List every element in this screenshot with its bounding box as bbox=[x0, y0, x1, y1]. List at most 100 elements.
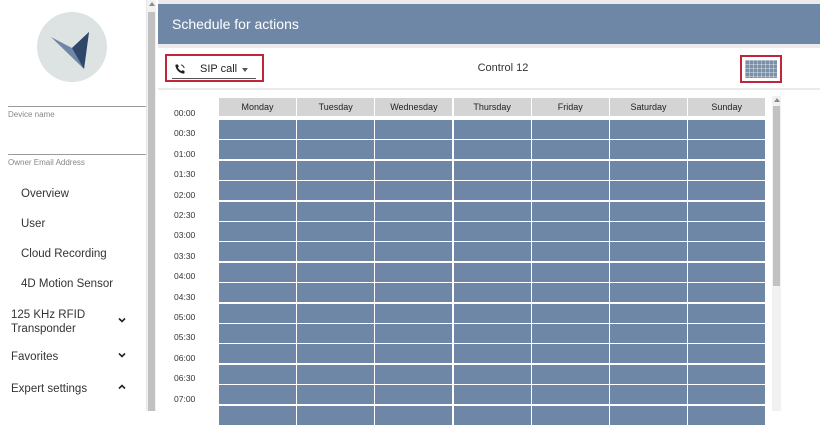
scrollbar-thumb[interactable] bbox=[773, 106, 780, 286]
schedule-slot[interactable] bbox=[219, 303, 296, 323]
device-name-field[interactable]: Device name bbox=[8, 106, 146, 119]
schedule-slot[interactable] bbox=[688, 364, 766, 384]
schedule-slot[interactable] bbox=[297, 364, 375, 384]
schedule-slot[interactable] bbox=[453, 303, 531, 323]
schedule-slot[interactable] bbox=[610, 303, 687, 323]
schedule-slot[interactable] bbox=[453, 283, 531, 303]
schedule-slot[interactable] bbox=[688, 283, 766, 303]
schedule-slot[interactable] bbox=[688, 262, 766, 282]
schedule-slot[interactable] bbox=[453, 262, 531, 282]
schedule-slot[interactable] bbox=[297, 262, 375, 282]
schedule-slot[interactable] bbox=[375, 222, 453, 241]
schedule-slot[interactable] bbox=[688, 222, 766, 241]
schedule-slot[interactable] bbox=[453, 385, 531, 405]
schedule-slot[interactable] bbox=[219, 405, 296, 425]
sidebar-item-4d-motion-sensor[interactable]: 4D Motion Sensor bbox=[0, 269, 146, 299]
schedule-slot[interactable] bbox=[297, 222, 375, 241]
schedule-slot[interactable] bbox=[610, 344, 687, 364]
schedule-slot[interactable] bbox=[688, 140, 766, 160]
schedule-slot[interactable] bbox=[375, 140, 453, 160]
scroll-up-arrow-icon[interactable] bbox=[774, 98, 780, 102]
schedule-slot[interactable] bbox=[688, 160, 766, 180]
schedule-slot[interactable] bbox=[610, 242, 687, 262]
schedule-slot[interactable] bbox=[531, 160, 609, 180]
schedule-slot[interactable] bbox=[297, 303, 375, 323]
schedule-slot[interactable] bbox=[688, 324, 766, 343]
schedule-slot[interactable] bbox=[531, 385, 609, 405]
schedule-slot[interactable] bbox=[531, 324, 609, 343]
schedule-slot[interactable] bbox=[375, 283, 453, 303]
schedule-slot[interactable] bbox=[297, 140, 375, 160]
schedule-slot[interactable] bbox=[375, 201, 453, 221]
schedule-slot[interactable] bbox=[219, 222, 296, 241]
schedule-slot[interactable] bbox=[297, 385, 375, 405]
schedule-slot[interactable] bbox=[610, 283, 687, 303]
sidebar-item-user[interactable]: User bbox=[0, 209, 146, 239]
schedule-slot[interactable] bbox=[297, 181, 375, 201]
schedule-slot[interactable] bbox=[531, 140, 609, 160]
schedule-slot[interactable] bbox=[375, 385, 453, 405]
schedule-slot[interactable] bbox=[531, 405, 609, 425]
schedule-slot[interactable] bbox=[610, 262, 687, 282]
schedule-slot[interactable] bbox=[453, 181, 531, 201]
schedule-slot[interactable] bbox=[375, 364, 453, 384]
schedule-slot[interactable] bbox=[531, 242, 609, 262]
schedule-slot[interactable] bbox=[610, 181, 687, 201]
schedule-slot[interactable] bbox=[453, 364, 531, 384]
schedule-slot[interactable] bbox=[453, 120, 531, 139]
sidebar-item-expert-settings[interactable]: Expert settings bbox=[0, 374, 146, 404]
schedule-slot[interactable] bbox=[219, 140, 296, 160]
sidebar-item-favorites[interactable]: Favorites bbox=[0, 342, 146, 372]
schedule-slot[interactable] bbox=[610, 385, 687, 405]
action-select[interactable]: SIP call bbox=[172, 60, 256, 79]
schedule-grid-button[interactable] bbox=[740, 55, 782, 83]
schedule-slot[interactable] bbox=[219, 364, 296, 384]
schedule-slot[interactable] bbox=[219, 181, 296, 201]
schedule-slot[interactable] bbox=[219, 344, 296, 364]
sidebar-item-overview[interactable]: Overview bbox=[0, 179, 146, 209]
schedule-slot[interactable] bbox=[610, 364, 687, 384]
schedule-slot[interactable] bbox=[688, 385, 766, 405]
schedule-slot[interactable] bbox=[610, 324, 687, 343]
schedule-slot[interactable] bbox=[531, 222, 609, 241]
schedule-slot[interactable] bbox=[531, 283, 609, 303]
sidebar-item-rfid-transponder[interactable]: 125 KHz RFID Transponder bbox=[0, 303, 146, 341]
schedule-scrollbar[interactable] bbox=[772, 96, 781, 411]
schedule-slot[interactable] bbox=[531, 181, 609, 201]
schedule-slot[interactable] bbox=[531, 262, 609, 282]
owner-email-field[interactable]: Owner Email Address bbox=[8, 154, 146, 167]
schedule-slot[interactable] bbox=[297, 242, 375, 262]
schedule-slot[interactable] bbox=[688, 181, 766, 201]
schedule-slot[interactable] bbox=[219, 201, 296, 221]
schedule-slot[interactable] bbox=[375, 303, 453, 323]
schedule-slot[interactable] bbox=[219, 242, 296, 262]
schedule-slot[interactable] bbox=[219, 120, 296, 139]
schedule-slot[interactable] bbox=[453, 201, 531, 221]
schedule-slot[interactable] bbox=[610, 120, 687, 139]
schedule-slot[interactable] bbox=[297, 405, 375, 425]
schedule-slot[interactable] bbox=[375, 262, 453, 282]
schedule-slot[interactable] bbox=[297, 324, 375, 343]
day-header-saturday[interactable]: Saturday bbox=[610, 98, 687, 116]
day-header-wednesday[interactable]: Wednesday bbox=[375, 98, 453, 116]
sidebar-item-cloud-recording[interactable]: Cloud Recording bbox=[0, 239, 146, 269]
schedule-slot[interactable] bbox=[453, 140, 531, 160]
sidebar-scrollbar[interactable] bbox=[147, 0, 156, 411]
schedule-slot[interactable] bbox=[453, 160, 531, 180]
schedule-slot[interactable] bbox=[453, 344, 531, 364]
schedule-slot[interactable] bbox=[219, 324, 296, 343]
schedule-slot[interactable] bbox=[375, 181, 453, 201]
schedule-slot[interactable] bbox=[453, 405, 531, 425]
schedule-slot[interactable] bbox=[531, 344, 609, 364]
schedule-slot[interactable] bbox=[453, 222, 531, 241]
schedule-slot[interactable] bbox=[219, 385, 296, 405]
schedule-slot[interactable] bbox=[688, 303, 766, 323]
schedule-slot[interactable] bbox=[688, 201, 766, 221]
schedule-slot[interactable] bbox=[219, 262, 296, 282]
schedule-slot[interactable] bbox=[531, 120, 609, 139]
schedule-slot[interactable] bbox=[688, 242, 766, 262]
schedule-slot[interactable] bbox=[531, 201, 609, 221]
day-header-friday[interactable]: Friday bbox=[531, 98, 609, 116]
schedule-slot[interactable] bbox=[453, 324, 531, 343]
schedule-slot[interactable] bbox=[375, 405, 453, 425]
